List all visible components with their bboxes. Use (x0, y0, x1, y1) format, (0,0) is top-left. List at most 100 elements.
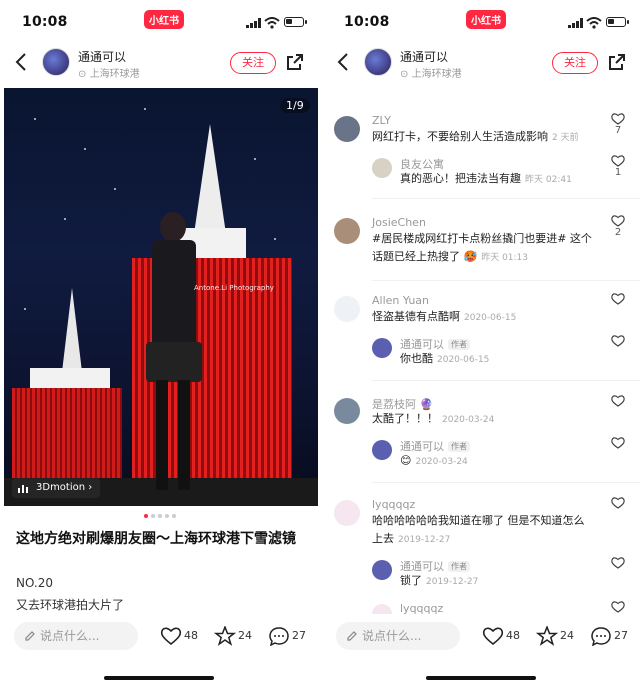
comment-text-line-1: 哈哈哈哈哈哈我知道在哪了 但是不知道怎么 (372, 514, 585, 527)
pager-dot (158, 514, 162, 518)
snow-dot (64, 218, 66, 220)
image-pager (140, 514, 180, 520)
post-header: 通通可以 ⊙ 上海环球港 关注 (0, 44, 318, 86)
comment-like-count: 7 (614, 125, 622, 136)
heart-icon (611, 437, 625, 449)
like-count: 48 (506, 629, 520, 642)
like-button[interactable]: 48 (482, 624, 520, 648)
reply-like-button[interactable] (608, 334, 628, 347)
comment-button[interactable]: 27 (590, 624, 628, 648)
comment-time: 2020-06-15 (464, 313, 517, 323)
snow-dot (144, 108, 146, 110)
location-label[interactable]: ⊙ 上海环球港 (78, 65, 140, 80)
commenter-avatar[interactable] (334, 116, 360, 142)
commenter-avatar[interactable] (334, 296, 360, 322)
pencil-icon (347, 631, 357, 641)
home-indicator (426, 676, 536, 680)
follow-button[interactable]: 关注 (230, 52, 276, 74)
tower-spire (62, 288, 82, 372)
reply-text: 锁了 2019-12-27 (400, 574, 479, 587)
reply-text: 你也酷 2020-06-15 (400, 352, 490, 365)
pencil-icon (25, 631, 35, 641)
comment-input[interactable]: 说点什么... (14, 622, 138, 650)
reply-text: 真的恶心！把违法当有趣 昨天 02:41 (400, 172, 572, 185)
back-arrow-icon[interactable] (14, 52, 28, 72)
divider (372, 482, 640, 483)
location-label[interactable]: ⊙ 上海环球港 (400, 65, 462, 80)
comment-text-line-1: #居民楼成网红打卡点粉丝撬门也要进# 这个 (372, 232, 592, 245)
wifi-icon (586, 17, 602, 29)
pin-icon: ⊙ (78, 69, 87, 80)
replier-avatar[interactable] (372, 604, 392, 614)
commenter-avatar[interactable] (334, 398, 360, 424)
collect-button[interactable]: 24 (213, 624, 252, 648)
status-time: 10:08 (344, 14, 390, 30)
commenter-name[interactable]: JosieChen (372, 216, 426, 229)
comment-like-button[interactable] (608, 292, 628, 305)
replier-avatar[interactable] (372, 338, 392, 358)
follow-button[interactable]: 关注 (552, 52, 598, 74)
heart-icon (611, 497, 625, 509)
heart-icon (611, 293, 625, 305)
divider (372, 280, 640, 281)
brand-badge: 小红书 (466, 10, 506, 29)
photo-watermark: Antone.Li Photography (194, 284, 274, 292)
collect-count: 24 (560, 629, 574, 642)
comment-list[interactable]: ZLY 网红打卡，不要给别人生活造成影响 2 天前 7 良友公寓 真的恶心！把违法… (322, 86, 640, 614)
commenter-avatar[interactable] (334, 218, 360, 244)
comment-time: 2019-12-27 (398, 535, 451, 545)
comment-like-button[interactable] (608, 394, 628, 407)
comment-like-button[interactable]: 2 (608, 214, 628, 238)
bars-icon (18, 485, 28, 493)
comment-button[interactable]: 27 (268, 624, 306, 648)
comment-input[interactable]: 说点什么... (336, 622, 460, 650)
author-tag: 作者 (448, 441, 470, 452)
heart-icon (611, 601, 625, 613)
author-name[interactable]: 通通可以 (78, 48, 126, 65)
snow-dot (24, 308, 26, 310)
commenter-avatar[interactable] (334, 500, 360, 526)
divider (372, 198, 640, 199)
replier-avatar[interactable] (372, 560, 392, 580)
heart-icon (482, 627, 504, 646)
comment-text: 怪盗基德有点酷啊 2020-06-15 (372, 310, 517, 323)
3dmotion-button[interactable]: 3Dmotion › (12, 478, 101, 498)
brand-badge: 小红书 (144, 10, 184, 29)
comment-like-button[interactable] (608, 496, 628, 509)
battery-icon (284, 17, 307, 27)
snow-dot (274, 238, 276, 240)
like-button[interactable]: 48 (160, 624, 198, 648)
replier-name[interactable]: lyqqqqz (400, 602, 443, 614)
share-icon[interactable] (286, 53, 304, 71)
author-name[interactable]: 通通可以 (400, 48, 448, 65)
reply-like-button[interactable] (608, 436, 628, 449)
author-avatar[interactable] (42, 48, 70, 76)
comment-like-button[interactable]: 7 (608, 112, 628, 136)
author-avatar[interactable] (364, 48, 392, 76)
reply-like-button[interactable]: 1 (608, 154, 628, 178)
heart-icon (611, 113, 625, 125)
post-screen: 10:08 小红书 通通可以 ⊙ 上海环球港 关注 Antone.Li Phot… (0, 0, 318, 688)
snow-dot (254, 158, 256, 160)
share-icon[interactable] (608, 53, 626, 71)
commenter-name[interactable]: Allen Yuan (372, 294, 429, 307)
post-title: 这地方绝对刷爆朋友圈～上海环球港下雪滤镜 (16, 531, 296, 547)
pager-dot (172, 514, 176, 518)
replier-avatar[interactable] (372, 158, 392, 178)
pager-dot (165, 514, 169, 518)
commenter-name[interactable]: lyqqqqz (372, 498, 415, 511)
post-image[interactable]: Antone.Li Photography 1/9 3Dmotion › (4, 88, 318, 506)
back-arrow-icon[interactable] (336, 52, 350, 72)
comment-like-count: 2 (614, 227, 622, 238)
star-icon (535, 624, 559, 646)
bottom-action-bar: 说点什么... 48 24 27 (0, 614, 318, 688)
comments-screen: 10:08 小红书 通通可以 ⊙ 上海环球港 关注 ZLY 网红打卡，不要给别人… (322, 0, 640, 688)
reply-like-button[interactable] (608, 600, 628, 613)
collect-button[interactable]: 24 (535, 624, 574, 648)
reply-like-button[interactable] (608, 556, 628, 569)
commenter-name[interactable]: ZLY (372, 114, 391, 127)
heart-icon (611, 335, 625, 347)
heart-icon (611, 557, 625, 569)
comment-text-line-2: 话题已经上热搜了 🥵 昨天 01:13 (372, 250, 529, 263)
replier-avatar[interactable] (372, 440, 392, 460)
